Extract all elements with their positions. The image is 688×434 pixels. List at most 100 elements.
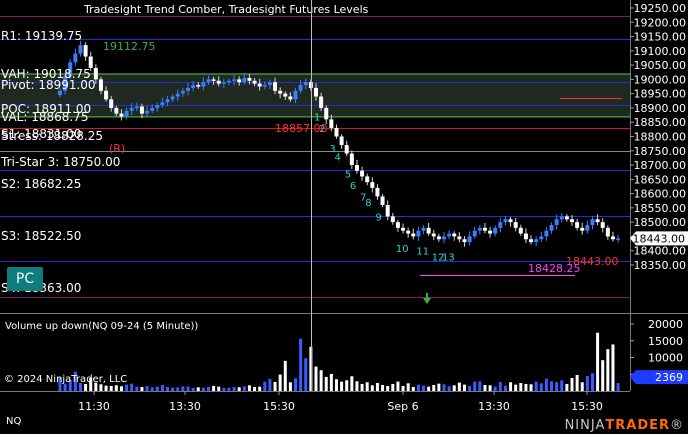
price-axis-label: 19100.00 <box>634 45 687 58</box>
candle-body <box>257 83 262 87</box>
candle-body <box>605 227 610 237</box>
volume-bar <box>529 384 533 391</box>
volume-bar <box>135 386 139 391</box>
candle-body <box>124 110 129 117</box>
volume-bar <box>406 383 410 391</box>
candle-body <box>616 238 621 240</box>
level-label-pivot: Pivot: 18991.00 <box>1 78 96 92</box>
candle-body <box>278 90 283 94</box>
volume-bar <box>396 381 400 391</box>
volume-bar <box>478 381 482 391</box>
volume-bar <box>432 384 436 391</box>
candle-body <box>452 233 457 237</box>
candle-body <box>354 165 359 171</box>
volume-bar <box>560 380 564 391</box>
candle-body <box>339 136 344 146</box>
volume-bar <box>114 385 118 391</box>
candle-body <box>186 87 190 91</box>
candle-body <box>237 79 242 83</box>
volume-bar <box>145 385 149 391</box>
volume-bar <box>283 360 287 391</box>
volume-bar <box>268 378 272 391</box>
candle-body <box>482 227 487 231</box>
volume-bar <box>452 385 456 391</box>
volume-bar <box>84 383 88 391</box>
logo-mark: ® <box>670 418 684 433</box>
volume-bar <box>196 387 200 391</box>
price-tag: 18428.25 <box>528 262 581 275</box>
volume-bar <box>176 387 180 391</box>
price-axis-label: 18900.00 <box>634 102 687 115</box>
candle-body <box>226 80 231 83</box>
candle-body <box>324 107 329 120</box>
candle-body <box>513 222 518 228</box>
sequence-label: 10 <box>396 244 409 255</box>
volume-bar <box>611 344 615 391</box>
candle-body <box>109 99 114 108</box>
level-label-s3: S3: 18522.50 <box>1 229 81 243</box>
candle-body <box>150 107 155 111</box>
indicator-title: Tradesight Trend Comber, Tradesight Futu… <box>83 3 369 16</box>
candle-body <box>308 82 313 88</box>
price-axis-label: 18800.00 <box>634 130 687 143</box>
candle-body <box>518 227 523 234</box>
candle-body <box>462 239 467 243</box>
volume-bar <box>263 381 267 391</box>
logo-name-b: TRADER <box>605 418 670 433</box>
candle-body <box>610 236 615 240</box>
volume-bar <box>590 373 594 391</box>
volume-panel-title: Volume up down(NQ 09-24 (5 Minute)) <box>5 321 198 332</box>
volume-bar <box>299 338 303 391</box>
volume-bar <box>519 382 523 391</box>
candle-body <box>201 82 206 87</box>
volume-bar <box>242 386 246 391</box>
candle-body <box>539 236 544 240</box>
candle-body <box>472 230 477 237</box>
time-axis-label: 11:30 <box>78 400 110 413</box>
current-price-value: 18443.00 <box>633 232 686 245</box>
price-axis-label: 19150.00 <box>634 31 687 44</box>
price-tag: 19112.75 <box>103 40 156 53</box>
volume-bar <box>473 381 477 391</box>
candle-body <box>575 222 580 228</box>
candle-body <box>523 233 528 240</box>
ninjatrader-logo: NINJATRADER® <box>565 418 684 433</box>
sequence-label: 11 <box>416 247 429 258</box>
candle-body <box>559 216 564 220</box>
candle-body <box>411 233 416 237</box>
candle-body <box>155 105 160 108</box>
candle-body <box>329 119 334 128</box>
volume-bar <box>468 385 472 391</box>
candle-body <box>549 224 554 231</box>
candle-body <box>180 90 185 94</box>
sequence-label: 13 <box>442 252 455 263</box>
volume-bar <box>391 383 395 391</box>
price-axis-label: 18950.00 <box>634 88 687 101</box>
candle-body <box>406 230 411 234</box>
pc-button[interactable]: PC <box>7 267 43 291</box>
candle-body <box>114 107 119 114</box>
price-axis-label: 19000.00 <box>634 73 687 86</box>
volume-bar <box>222 387 226 391</box>
candle-body <box>534 239 539 243</box>
candle-body <box>508 219 513 223</box>
candle-body <box>401 227 406 231</box>
candle-body <box>360 170 365 177</box>
candle-body <box>104 90 109 100</box>
volume-bar <box>217 386 221 391</box>
volume-bar <box>160 384 164 391</box>
volume-bar <box>457 382 461 391</box>
volume-bar <box>119 386 123 391</box>
candle-body <box>370 182 375 188</box>
candle-body <box>585 224 590 231</box>
sequence-label: 9 <box>375 212 381 223</box>
candle-body <box>273 82 278 91</box>
price-axis-label: 19050.00 <box>634 59 687 72</box>
volume-bar <box>616 383 620 391</box>
candle-body <box>447 233 452 237</box>
instrument-label: NQ <box>6 416 22 427</box>
volume-bar <box>355 381 359 391</box>
candle-body <box>283 93 288 97</box>
volume-bar <box>606 349 610 391</box>
candle-body <box>349 153 354 166</box>
